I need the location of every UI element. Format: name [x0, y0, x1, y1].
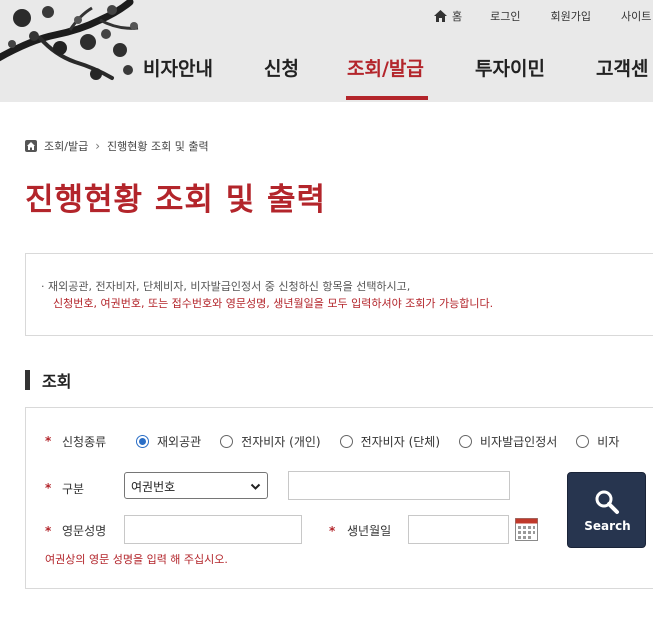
breadcrumb-item[interactable]: 조회/발급: [44, 138, 88, 154]
radio-label: 비자: [597, 435, 620, 449]
site-header: 홈 로그인 회원가입 사이트 비자안내 신청 조회/발급 투자이민 고객센: [0, 0, 653, 102]
home-icon: [434, 10, 447, 22]
chevron-right-icon: ›: [95, 139, 100, 153]
section-title: 조회: [25, 368, 71, 392]
breadcrumb-current: 진행현황 조회 및 출력: [107, 140, 209, 153]
main-nav: 비자안내 신청 조회/발급 투자이민 고객센: [0, 50, 653, 102]
radio-evisa-group[interactable]: 전자비자 (단체): [339, 433, 441, 450]
nav-inquiry-issuance[interactable]: 조회/발급: [347, 54, 424, 81]
search-button[interactable]: Search: [567, 472, 646, 548]
required-mark: *: [45, 481, 52, 495]
signup-link-label: 회원가입: [550, 10, 591, 23]
breadcrumb-home-icon[interactable]: [25, 140, 37, 152]
notice-line-1: · 재외공관, 전자비자, 단체비자, 비자발급인정서 중 신청하신 항목을 선…: [41, 280, 411, 293]
notice-line-2: 신청번호, 여권번호, 또는 접수번호와 영문성명, 생년월일을 모두 입력하셔…: [53, 297, 494, 310]
chevron-down-icon: [250, 483, 261, 490]
birth-date-input[interactable]: [408, 515, 509, 544]
division-select[interactable]: 여권번호: [124, 472, 268, 499]
radio-visa-confirmation[interactable]: 비자발급인정서: [459, 433, 557, 450]
application-type-label: 신청종류: [62, 435, 107, 449]
radio-evisa-individual[interactable]: 전자비자 (개인): [220, 433, 321, 450]
radio-button[interactable]: [576, 435, 590, 448]
login-link-label: 로그인: [490, 10, 521, 23]
section-title-bar: [25, 370, 30, 390]
required-mark: *: [45, 524, 52, 538]
radio-button[interactable]: [339, 435, 353, 448]
section-title-text: 조회: [42, 372, 72, 391]
english-name-label: 영문성명: [62, 524, 107, 538]
radio-label: 전자비자 (개인): [241, 435, 321, 449]
notice-box: · 재외공관, 전자비자, 단체비자, 비자발급인정서 중 신청하신 항목을 선…: [25, 253, 653, 336]
radio-label: 전자비자 (단체): [360, 435, 441, 449]
nav-visa-info[interactable]: 비자안내: [143, 54, 213, 81]
sitemap-link-label: 사이트: [620, 10, 652, 23]
page-title: 진행현황 조회 및 출력: [25, 182, 327, 218]
search-button-label: Search: [584, 519, 631, 533]
required-mark: *: [329, 524, 336, 538]
radio-button[interactable]: [220, 435, 234, 448]
division-select-value: 여권번호: [131, 480, 176, 494]
division-label: 구분: [62, 482, 85, 496]
sitemap-link[interactable]: 사이트: [621, 8, 651, 24]
home-link-label: 홈: [452, 10, 463, 23]
radio-button[interactable]: [459, 435, 473, 448]
radio-button-checked[interactable]: [136, 435, 149, 448]
search-icon: [595, 490, 619, 514]
radio-overseas-mission[interactable]: 재외공관: [136, 433, 201, 450]
radio-label: 비자발급인정서: [480, 435, 558, 449]
english-name-input[interactable]: [124, 515, 302, 544]
application-type-radio-group: 재외공관 전자비자 (개인) 전자비자 (단체) 비자발급인정서 비자: [136, 433, 638, 450]
required-mark: *: [45, 434, 52, 448]
breadcrumb: 조회/발급 › 진행현황 조회 및 출력: [25, 138, 209, 154]
login-link[interactable]: 로그인: [490, 8, 520, 24]
radio-label: 재외공관: [157, 435, 202, 449]
birth-date-label: 생년월일: [347, 524, 392, 538]
nav-apply[interactable]: 신청: [264, 54, 299, 81]
nav-investment-immigration[interactable]: 투자이민: [475, 54, 545, 81]
signup-link[interactable]: 회원가입: [551, 8, 591, 24]
calendar-icon[interactable]: [515, 518, 538, 541]
nav-customer-center[interactable]: 고객센: [596, 54, 648, 81]
name-input-hint: 여권상의 영문 성명을 입력 해 주십시오.: [45, 553, 228, 566]
utility-nav: 홈 로그인 회원가입 사이트: [434, 8, 653, 24]
radio-visa-other[interactable]: 비자: [576, 433, 619, 450]
document-number-input[interactable]: [288, 471, 510, 500]
active-nav-underline: [346, 96, 428, 100]
home-link[interactable]: 홈: [434, 8, 462, 24]
